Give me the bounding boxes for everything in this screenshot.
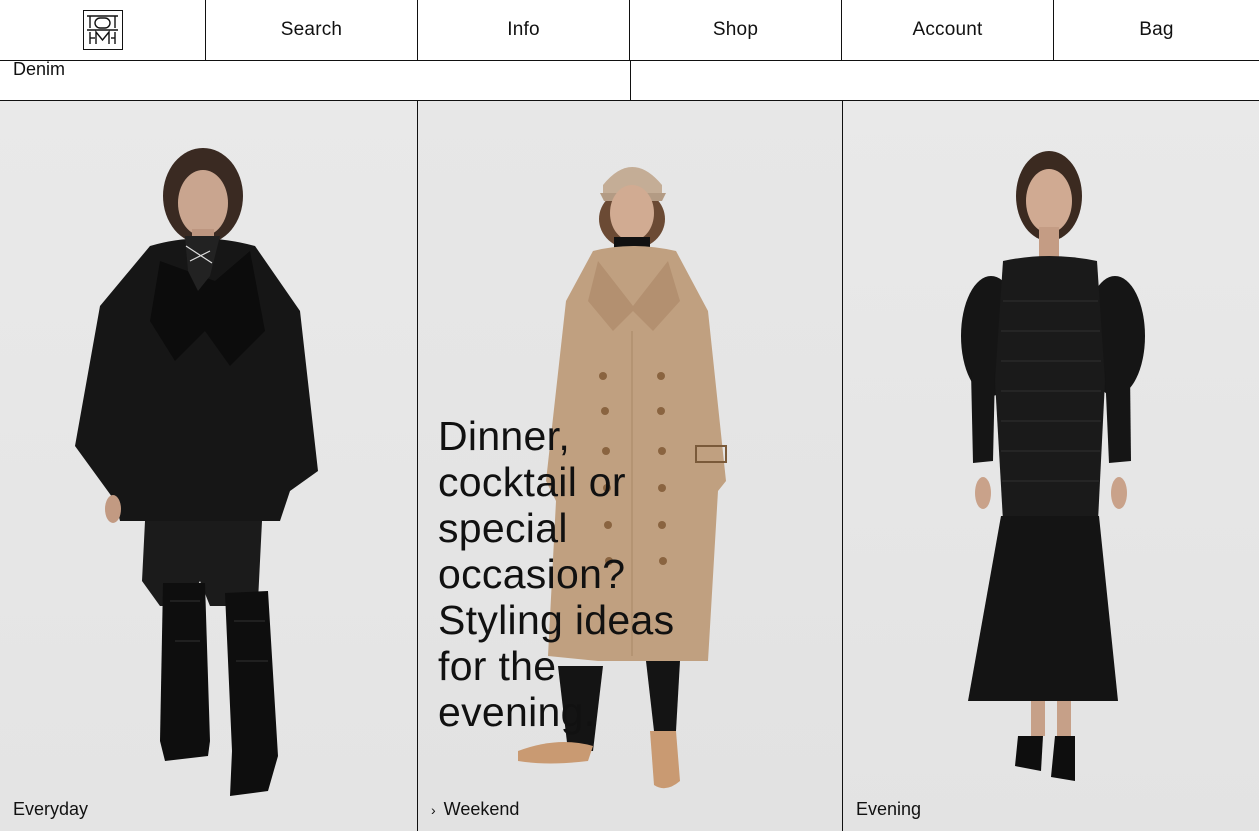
monogram-logo-icon <box>82 10 123 50</box>
model-photo-everyday <box>75 148 318 796</box>
look-link-weekend[interactable]: › Weekend <box>431 799 519 820</box>
look-card-everyday[interactable]: Everyday <box>0 101 418 831</box>
nav-info[interactable]: Info <box>418 0 630 60</box>
look-label-evening[interactable]: Evening <box>856 799 921 820</box>
nav-search[interactable]: Search <box>206 0 418 60</box>
category-row: Denim <box>0 59 1259 101</box>
nav-bag[interactable]: Bag <box>1054 0 1259 60</box>
logo-link[interactable] <box>0 0 206 60</box>
look-card-evening[interactable]: Evening <box>843 101 1259 831</box>
nav-account[interactable]: Account <box>842 0 1054 60</box>
nav-info-label: Info <box>507 19 540 40</box>
look-label-weekend: Weekend <box>443 799 520 819</box>
look-card-weekend[interactable]: Dinner, cocktail or special occasion? St… <box>418 101 843 831</box>
nav-account-label: Account <box>912 19 983 40</box>
category-filter[interactable]: Denim <box>0 59 631 100</box>
category-row-empty <box>631 61 1259 100</box>
nav-bag-label: Bag <box>1139 19 1174 40</box>
nav-shop-label: Shop <box>712 19 759 40</box>
top-navigation: Search Info Shop Account Bag <box>0 0 1259 61</box>
nav-search-label: Search <box>280 19 343 40</box>
look-grid: Everyday Dinner, cocktail or special occ… <box>0 101 1259 831</box>
editorial-headline: Dinner, cocktail or special occasion? St… <box>438 413 675 735</box>
category-label: Denim <box>13 59 66 79</box>
nav-shop[interactable]: Shop <box>630 0 842 60</box>
look-label-everyday[interactable]: Everyday <box>13 799 88 820</box>
model-photo-evening <box>961 151 1145 781</box>
chevron-right-icon: › <box>431 802 436 818</box>
